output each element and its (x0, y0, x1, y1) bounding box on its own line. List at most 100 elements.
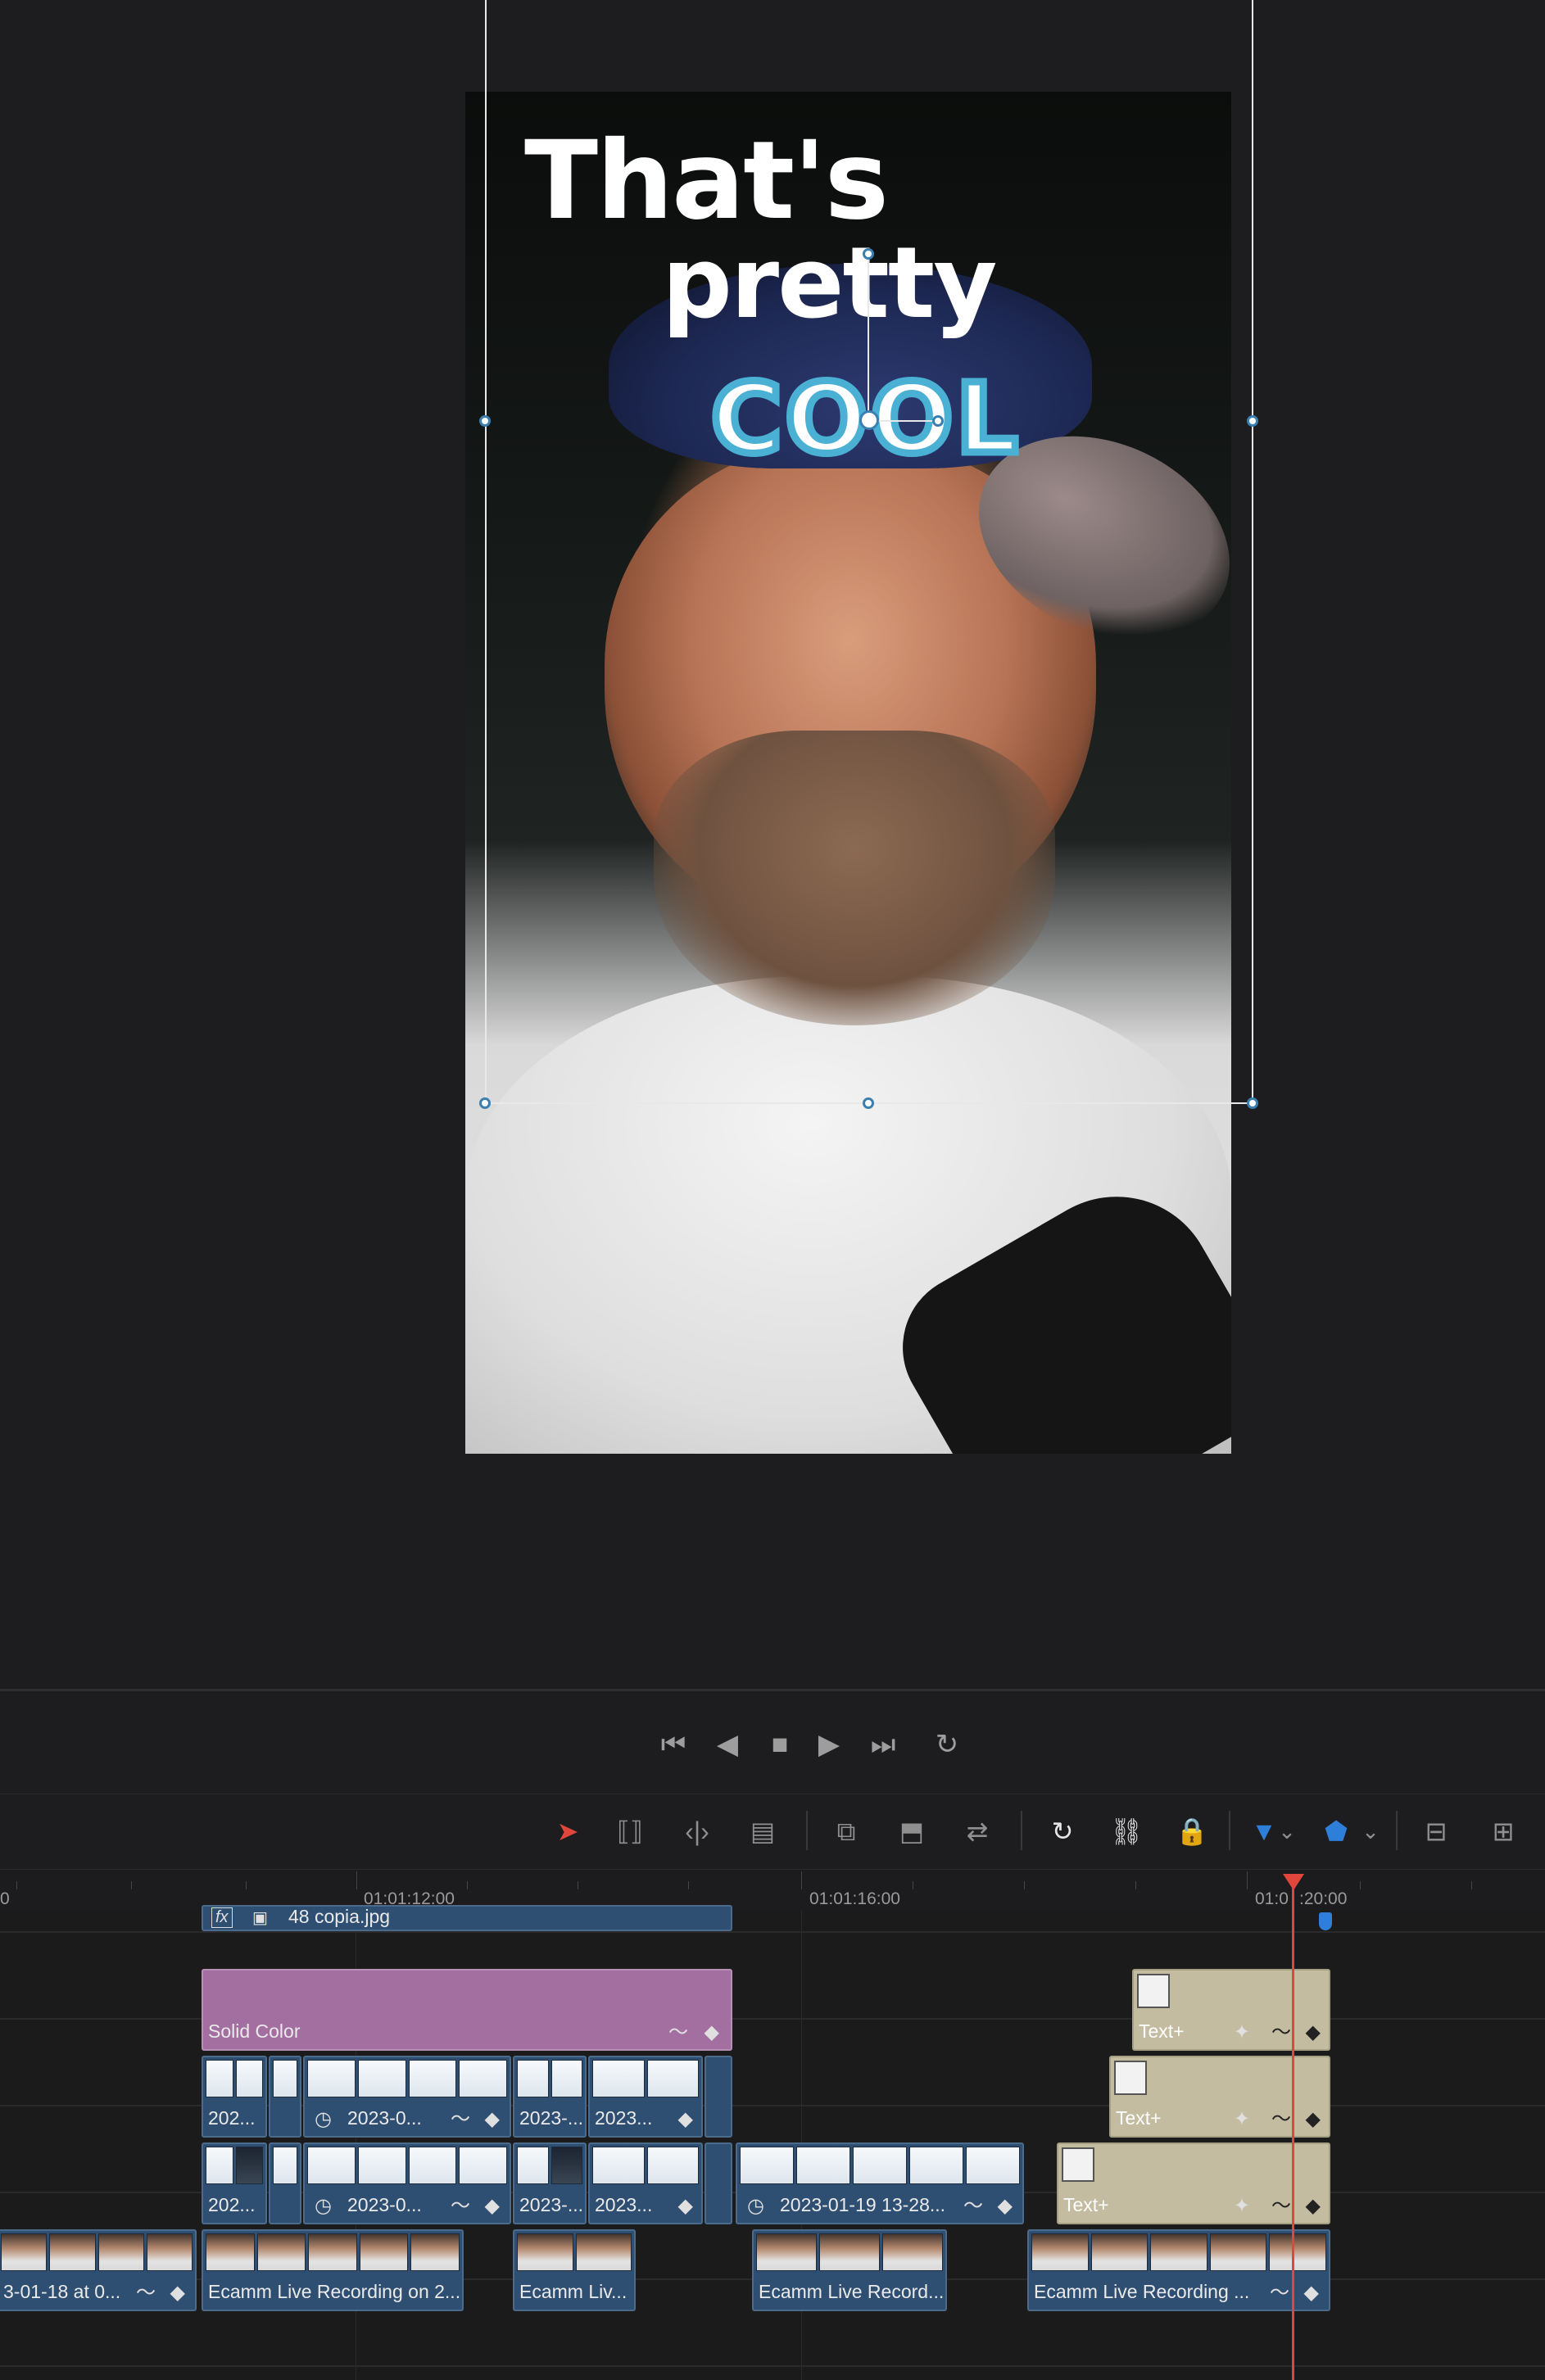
go-to-start-icon[interactable]: ⏮ (652, 1726, 695, 1762)
caption-line-2: pretty (662, 227, 997, 341)
sparkle-icon: ✦ (1233, 2108, 1250, 2130)
clip-thumbnails (740, 2147, 1020, 2184)
viewer[interactable]: That's pretty COOL (0, 0, 1545, 1689)
ruler-tick (1360, 1881, 1361, 1889)
marker-icon[interactable]: ⬟ (1314, 1812, 1358, 1850)
beard-area (654, 731, 1055, 1025)
clip-label: 3-01-18 at 0... (3, 2281, 121, 2302)
stop-icon[interactable]: ■ (759, 1726, 801, 1762)
transform-axis-vertical (868, 254, 869, 422)
clip-video[interactable] (269, 2142, 301, 2224)
zoom-detail-icon[interactable]: ⊞ (1481, 1812, 1525, 1850)
blade-tool-icon[interactable]: ▤ (741, 1812, 785, 1850)
ruler-tick (688, 1881, 689, 1889)
snapping-icon[interactable]: ↻ (1040, 1812, 1085, 1850)
keyframe-icon: ◆ (484, 2108, 500, 2130)
curve-icon: 〜 (1271, 2195, 1291, 2217)
replace-clip-icon[interactable]: ⇄ (955, 1812, 999, 1850)
clip-video[interactable]: 2023... ◆ (588, 2142, 703, 2224)
clip-video[interactable] (705, 2056, 732, 2138)
transform-handle-bottom-center[interactable] (863, 1097, 874, 1109)
clip-label: Ecamm Live Recording ... (1034, 2281, 1250, 2302)
insert-clip-icon[interactable]: ⧉ (824, 1812, 868, 1850)
play-icon[interactable]: ▶ (808, 1726, 850, 1762)
clip-thumbnails (517, 2147, 582, 2184)
curve-icon: 〜 (136, 2282, 156, 2304)
clip-video[interactable] (269, 2056, 301, 2138)
clip-text-plus[interactable]: Text+ ✦ 〜 ◆ (1057, 2142, 1330, 2224)
clip-label: Text+ (1139, 2020, 1185, 2042)
video-frame[interactable]: That's pretty COOL (465, 92, 1231, 1454)
linked-selection-icon[interactable]: ⛓ (1104, 1812, 1149, 1850)
selection-tool-icon[interactable]: ➤ (546, 1812, 590, 1850)
clip-video[interactable]: Ecamm Liv... (513, 2229, 636, 2311)
ruler-tick (801, 1871, 802, 1889)
toolbar-separator (806, 1811, 808, 1850)
transform-rotate-handle[interactable] (932, 415, 944, 427)
playhead[interactable] (1292, 1875, 1294, 2380)
transform-box-right (1252, 0, 1253, 1104)
playhead-handle[interactable] (1283, 1874, 1304, 1890)
overwrite-clip-icon[interactable]: ⬒ (890, 1812, 934, 1850)
keyframe-icon: ◆ (1305, 2195, 1321, 2217)
transform-handle-top-anchor[interactable] (863, 248, 874, 260)
speed-icon: ◷ (747, 2195, 764, 2217)
trim-tool-icon[interactable]: ⟦⟧ (608, 1812, 652, 1850)
clip-video[interactable]: 3-01-18 at 0... 〜 ◆ (0, 2229, 197, 2311)
keyframe-icon: ◆ (1305, 2021, 1321, 2043)
clip-solid-color[interactable]: Solid Color 〜 ◆ (202, 1969, 732, 2051)
clip-video[interactable]: 2023-... (513, 2056, 587, 2138)
clip-text-plus[interactable]: Text+ ✦ 〜 ◆ (1109, 2056, 1330, 2138)
clip-video[interactable] (705, 2142, 732, 2224)
toolbar-separator (1396, 1811, 1398, 1850)
clip-thumbnails (273, 2060, 297, 2097)
clip-video[interactable]: Ecamm Live Recording ... 〜 ◆ (1027, 2229, 1330, 2311)
clip-text-plus[interactable]: Text+ ✦ 〜 ◆ (1132, 1969, 1330, 2051)
track-separator (0, 2365, 1545, 2367)
step-back-icon[interactable]: ◀ (706, 1726, 749, 1762)
timeline-tracks[interactable]: fx ▣ 48 copia.jpg Solid Color 〜 ◆ Text+ … (0, 1905, 1545, 2380)
timeline-marker[interactable] (1319, 1912, 1332, 1930)
transform-handle-bottom-left[interactable] (479, 1097, 491, 1109)
clip-thumbnails (206, 2060, 263, 2097)
clip-image[interactable]: fx ▣ 48 copia.jpg (202, 1905, 732, 1931)
transform-pivot-handle[interactable] (859, 410, 879, 430)
dynamic-trim-icon[interactable]: ‹|› (675, 1812, 719, 1850)
text-thumb-icon (1114, 2061, 1147, 2095)
clip-label: Solid Color (208, 2020, 301, 2042)
clip-thumbnails (756, 2233, 943, 2271)
clip-label: Ecamm Live Record... (759, 2281, 945, 2302)
clip-video[interactable]: 202... (202, 2142, 267, 2224)
clip-thumbnails (592, 2147, 699, 2184)
clip-label: 202... (208, 2107, 256, 2129)
clip-thumbnails (1031, 2233, 1326, 2271)
clip-video[interactable]: 202... (202, 2056, 267, 2138)
marker-dropdown-chevron-icon[interactable]: ⌄ (1358, 1812, 1383, 1850)
curve-icon: 〜 (668, 2021, 688, 2043)
zoom-full-icon[interactable]: ⊟ (1414, 1812, 1458, 1850)
clip-label: Text+ (1116, 2107, 1162, 2129)
clip-video[interactable]: ◷ 2023-01-19 13-28... 〜 ◆ (736, 2142, 1024, 2224)
clip-video[interactable]: ◷ 2023-0... 〜 ◆ (303, 2056, 511, 2138)
edit-toolbar: ➤ ⟦⟧ ‹|› ▤ ⧉ ⬒ ⇄ ↻ ⛓ 🔒 ▼ ⌄ ⬟ ⌄ ⊟ ⊞ (0, 1794, 1545, 1865)
keyframe-icon: ◆ (677, 2195, 693, 2217)
transform-handle-bottom-right[interactable] (1247, 1097, 1258, 1109)
panel-divider[interactable] (0, 1689, 1545, 1691)
loop-icon[interactable]: ↻ (926, 1726, 968, 1762)
clip-label: 48 copia.jpg (288, 1906, 391, 1927)
clip-video[interactable]: ◷ 2023-0... 〜 ◆ (303, 2142, 511, 2224)
fx-badge: fx (211, 1907, 233, 1928)
clip-thumbnails (307, 2060, 507, 2097)
flag-dropdown-chevron-icon[interactable]: ⌄ (1275, 1812, 1299, 1850)
clip-video[interactable]: Ecamm Live Record... (752, 2229, 947, 2311)
clip-video[interactable]: 2023-... (513, 2142, 587, 2224)
clip-video[interactable]: Ecamm Live Recording on 2... (202, 2229, 464, 2311)
go-to-end-icon[interactable]: ⏭ (862, 1726, 904, 1762)
keyframe-icon: ◆ (484, 2195, 500, 2217)
clip-video[interactable]: 2023... ◆ (588, 2056, 703, 2138)
transform-handle-mid-right[interactable] (1247, 415, 1258, 427)
transform-handle-mid-left[interactable] (479, 415, 491, 427)
transform-box-left (485, 0, 487, 1104)
position-lock-icon[interactable]: 🔒 (1170, 1812, 1214, 1850)
clip-label: Ecamm Liv... (519, 2281, 628, 2302)
